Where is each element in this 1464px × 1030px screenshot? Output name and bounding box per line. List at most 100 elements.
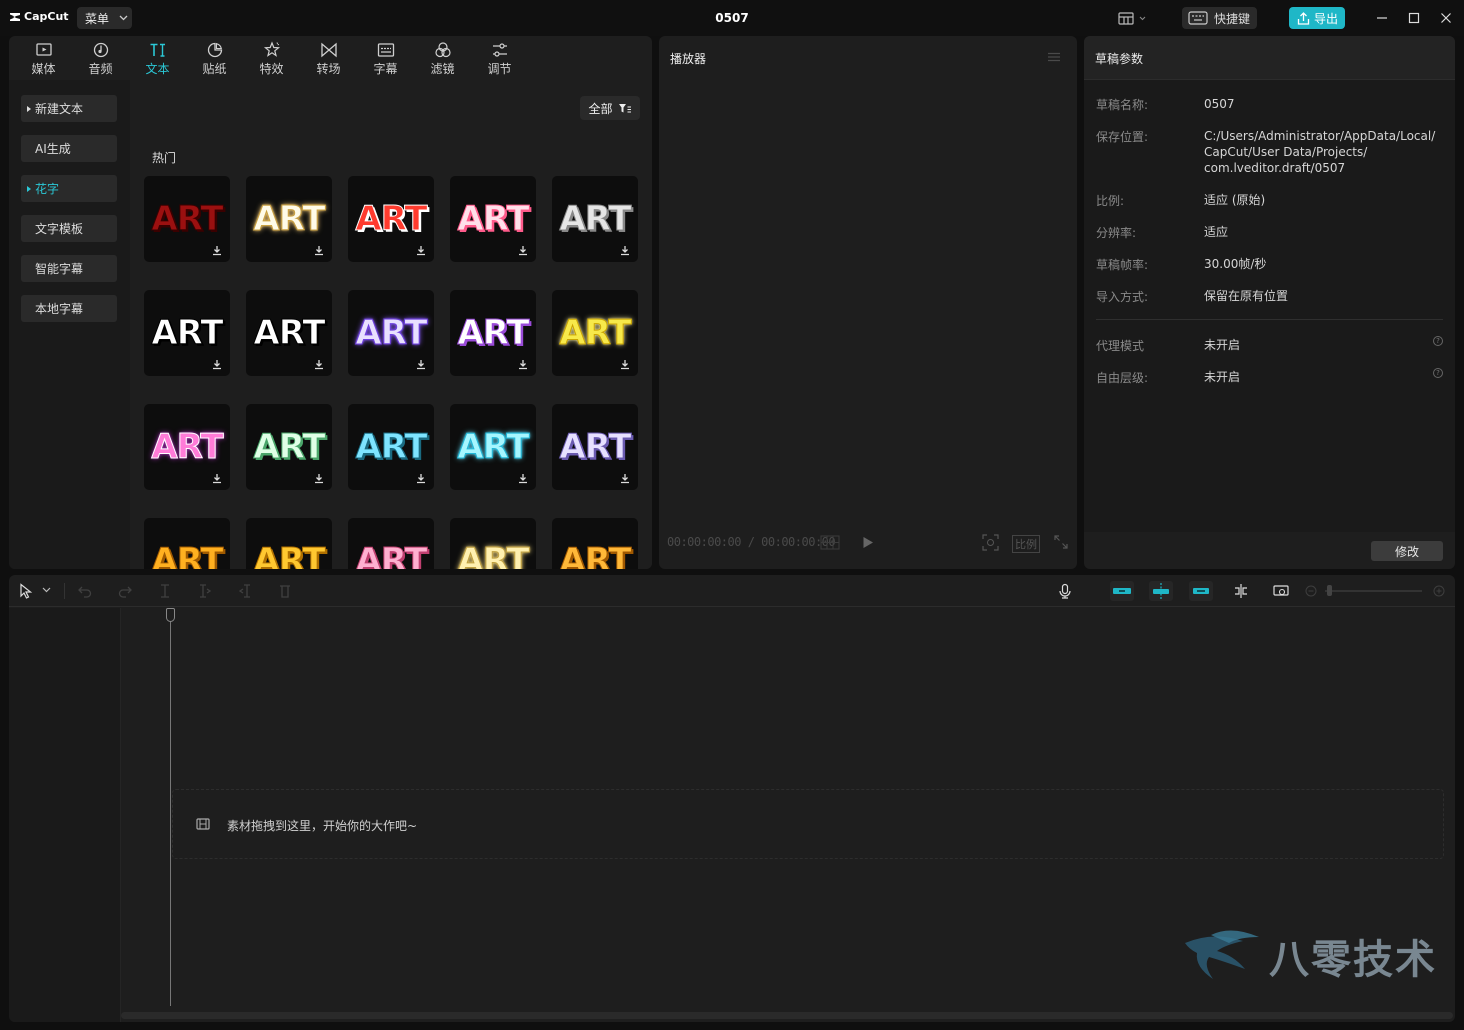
download-icon[interactable] [314, 359, 324, 370]
maximize-button[interactable] [1405, 9, 1423, 27]
shortcut-button[interactable]: 快捷键 [1182, 7, 1257, 29]
tab-transition[interactable]: 转场 [300, 36, 357, 80]
prop-label: 比例: [1096, 194, 1125, 208]
category-auto-captions[interactable]: 智能字幕 [21, 255, 117, 282]
tab-text[interactable]: 文本 [129, 36, 186, 80]
toolbar-separator [64, 583, 65, 599]
zoom-in-icon[interactable] [1433, 585, 1445, 597]
fancy-text-tile[interactable]: ART [552, 290, 638, 376]
fancy-text-tile[interactable]: ART [144, 404, 230, 490]
download-icon[interactable] [212, 473, 222, 484]
fancy-text-tile[interactable]: ART [144, 290, 230, 376]
horizontal-scrollbar[interactable] [121, 1012, 1453, 1019]
fancy-text-tile[interactable]: ART [450, 290, 536, 376]
tab-subtitle[interactable]: 字幕 [357, 36, 414, 80]
undo-icon[interactable] [77, 583, 93, 599]
tab-label: 贴纸 [202, 62, 227, 76]
layout-switch-button[interactable] [1118, 10, 1152, 26]
player-menu-icon[interactable] [1047, 52, 1061, 62]
art-preview-text: ART [355, 313, 428, 354]
art-preview-text: ART [457, 199, 530, 240]
zoom-out-icon[interactable] [1305, 585, 1317, 597]
tab-audio[interactable]: 音频 [72, 36, 129, 80]
fancy-text-tile[interactable]: ART [246, 290, 332, 376]
fancy-text-tile[interactable]: ART [144, 518, 230, 569]
art-preview-text: ART [151, 199, 224, 240]
download-icon[interactable] [416, 245, 426, 256]
menu-button[interactable]: 菜单 [77, 7, 132, 29]
fancy-text-tile[interactable]: ART [246, 176, 332, 262]
download-icon[interactable] [518, 473, 528, 484]
delete-icon[interactable] [277, 583, 293, 599]
prop-ratio: 适应 (原始) [1204, 193, 1266, 207]
download-icon[interactable] [620, 245, 630, 256]
category-fancy-text[interactable]: 花字 [21, 175, 117, 202]
play-icon[interactable] [862, 536, 874, 549]
download-icon[interactable] [314, 245, 324, 256]
chevron-down-icon [1139, 16, 1146, 20]
category-ai-generate[interactable]: AI生成 [21, 135, 117, 162]
chevron-down-icon[interactable] [42, 587, 51, 593]
category-local-captions[interactable]: 本地字幕 [21, 295, 117, 322]
fancy-text-tile[interactable]: ART [348, 176, 434, 262]
expand-icon[interactable] [1054, 535, 1068, 549]
fancy-text-tile[interactable]: ART [450, 404, 536, 490]
modify-button[interactable]: 修改 [1371, 541, 1443, 561]
fancy-text-tile[interactable]: ART [246, 518, 332, 569]
help-icon[interactable]: ? [1433, 368, 1443, 378]
fancy-text-tile[interactable]: ART [246, 404, 332, 490]
tab-effects[interactable]: 特效 [243, 36, 300, 80]
media-drop-zone[interactable]: 素材拖拽到这里，开始你的大作吧~ [172, 789, 1444, 859]
fancy-text-tile[interactable]: ART [552, 518, 638, 569]
linkage-button[interactable] [1189, 581, 1213, 601]
main-track-magnet-button[interactable] [1110, 581, 1134, 601]
microphone-icon[interactable] [1057, 583, 1073, 599]
timeline-toolbar [9, 575, 1455, 607]
frame-grid-icon[interactable] [820, 535, 840, 550]
export-button[interactable]: 导出 [1289, 7, 1345, 29]
fullscreen-preview-icon[interactable] [982, 534, 999, 551]
ratio-button[interactable]: 比例 [1012, 535, 1040, 553]
tab-filter[interactable]: 滤镜 [414, 36, 471, 80]
fancy-text-tile[interactable]: ART [144, 176, 230, 262]
download-icon[interactable] [416, 473, 426, 484]
fancy-text-tile[interactable]: ART [450, 518, 536, 569]
preview-axis-icon[interactable] [1233, 583, 1249, 599]
redo-icon[interactable] [117, 583, 133, 599]
category-new-text[interactable]: 新建文本 [21, 95, 117, 122]
download-icon[interactable] [416, 359, 426, 370]
fancy-text-tile[interactable]: ART [552, 404, 638, 490]
fancy-text-tile[interactable]: ART [348, 290, 434, 376]
download-icon[interactable] [620, 473, 630, 484]
fancy-text-tile[interactable]: ART [348, 404, 434, 490]
auto-snap-button[interactable] [1149, 581, 1173, 601]
zoom-slider-track[interactable] [1325, 590, 1422, 592]
download-icon[interactable] [620, 359, 630, 370]
screen-zoom-icon[interactable] [1273, 583, 1289, 599]
help-icon[interactable]: ? [1433, 336, 1443, 346]
download-icon[interactable] [212, 359, 222, 370]
playhead-line[interactable] [170, 608, 171, 1006]
download-icon[interactable] [518, 245, 528, 256]
playhead-handle[interactable] [166, 608, 175, 622]
category-text-template[interactable]: 文字模板 [21, 215, 117, 242]
filter-button[interactable]: 全部 [580, 96, 640, 120]
select-cursor-icon[interactable] [18, 583, 34, 599]
magnet-icon [1113, 588, 1131, 594]
minimize-button[interactable] [1373, 9, 1391, 27]
fancy-text-tile[interactable]: ART [552, 176, 638, 262]
download-icon[interactable] [518, 359, 528, 370]
tab-sticker[interactable]: 贴纸 [186, 36, 243, 80]
close-button[interactable] [1437, 9, 1455, 27]
split-icon[interactable] [157, 583, 173, 599]
delete-left-icon[interactable] [197, 583, 213, 599]
delete-right-icon[interactable] [237, 583, 253, 599]
zoom-slider-handle[interactable] [1327, 585, 1332, 596]
media-library-panel: 媒体 音频 文本 贴纸 特效 转场 字幕 滤镜 调节 新建文本 AI生成 花字 … [9, 36, 652, 569]
download-icon[interactable] [212, 245, 222, 256]
download-icon[interactable] [314, 473, 324, 484]
fancy-text-tile[interactable]: ART [348, 518, 434, 569]
fancy-text-tile[interactable]: ART [450, 176, 536, 262]
tab-media[interactable]: 媒体 [15, 36, 72, 80]
tab-adjust[interactable]: 调节 [471, 36, 528, 80]
